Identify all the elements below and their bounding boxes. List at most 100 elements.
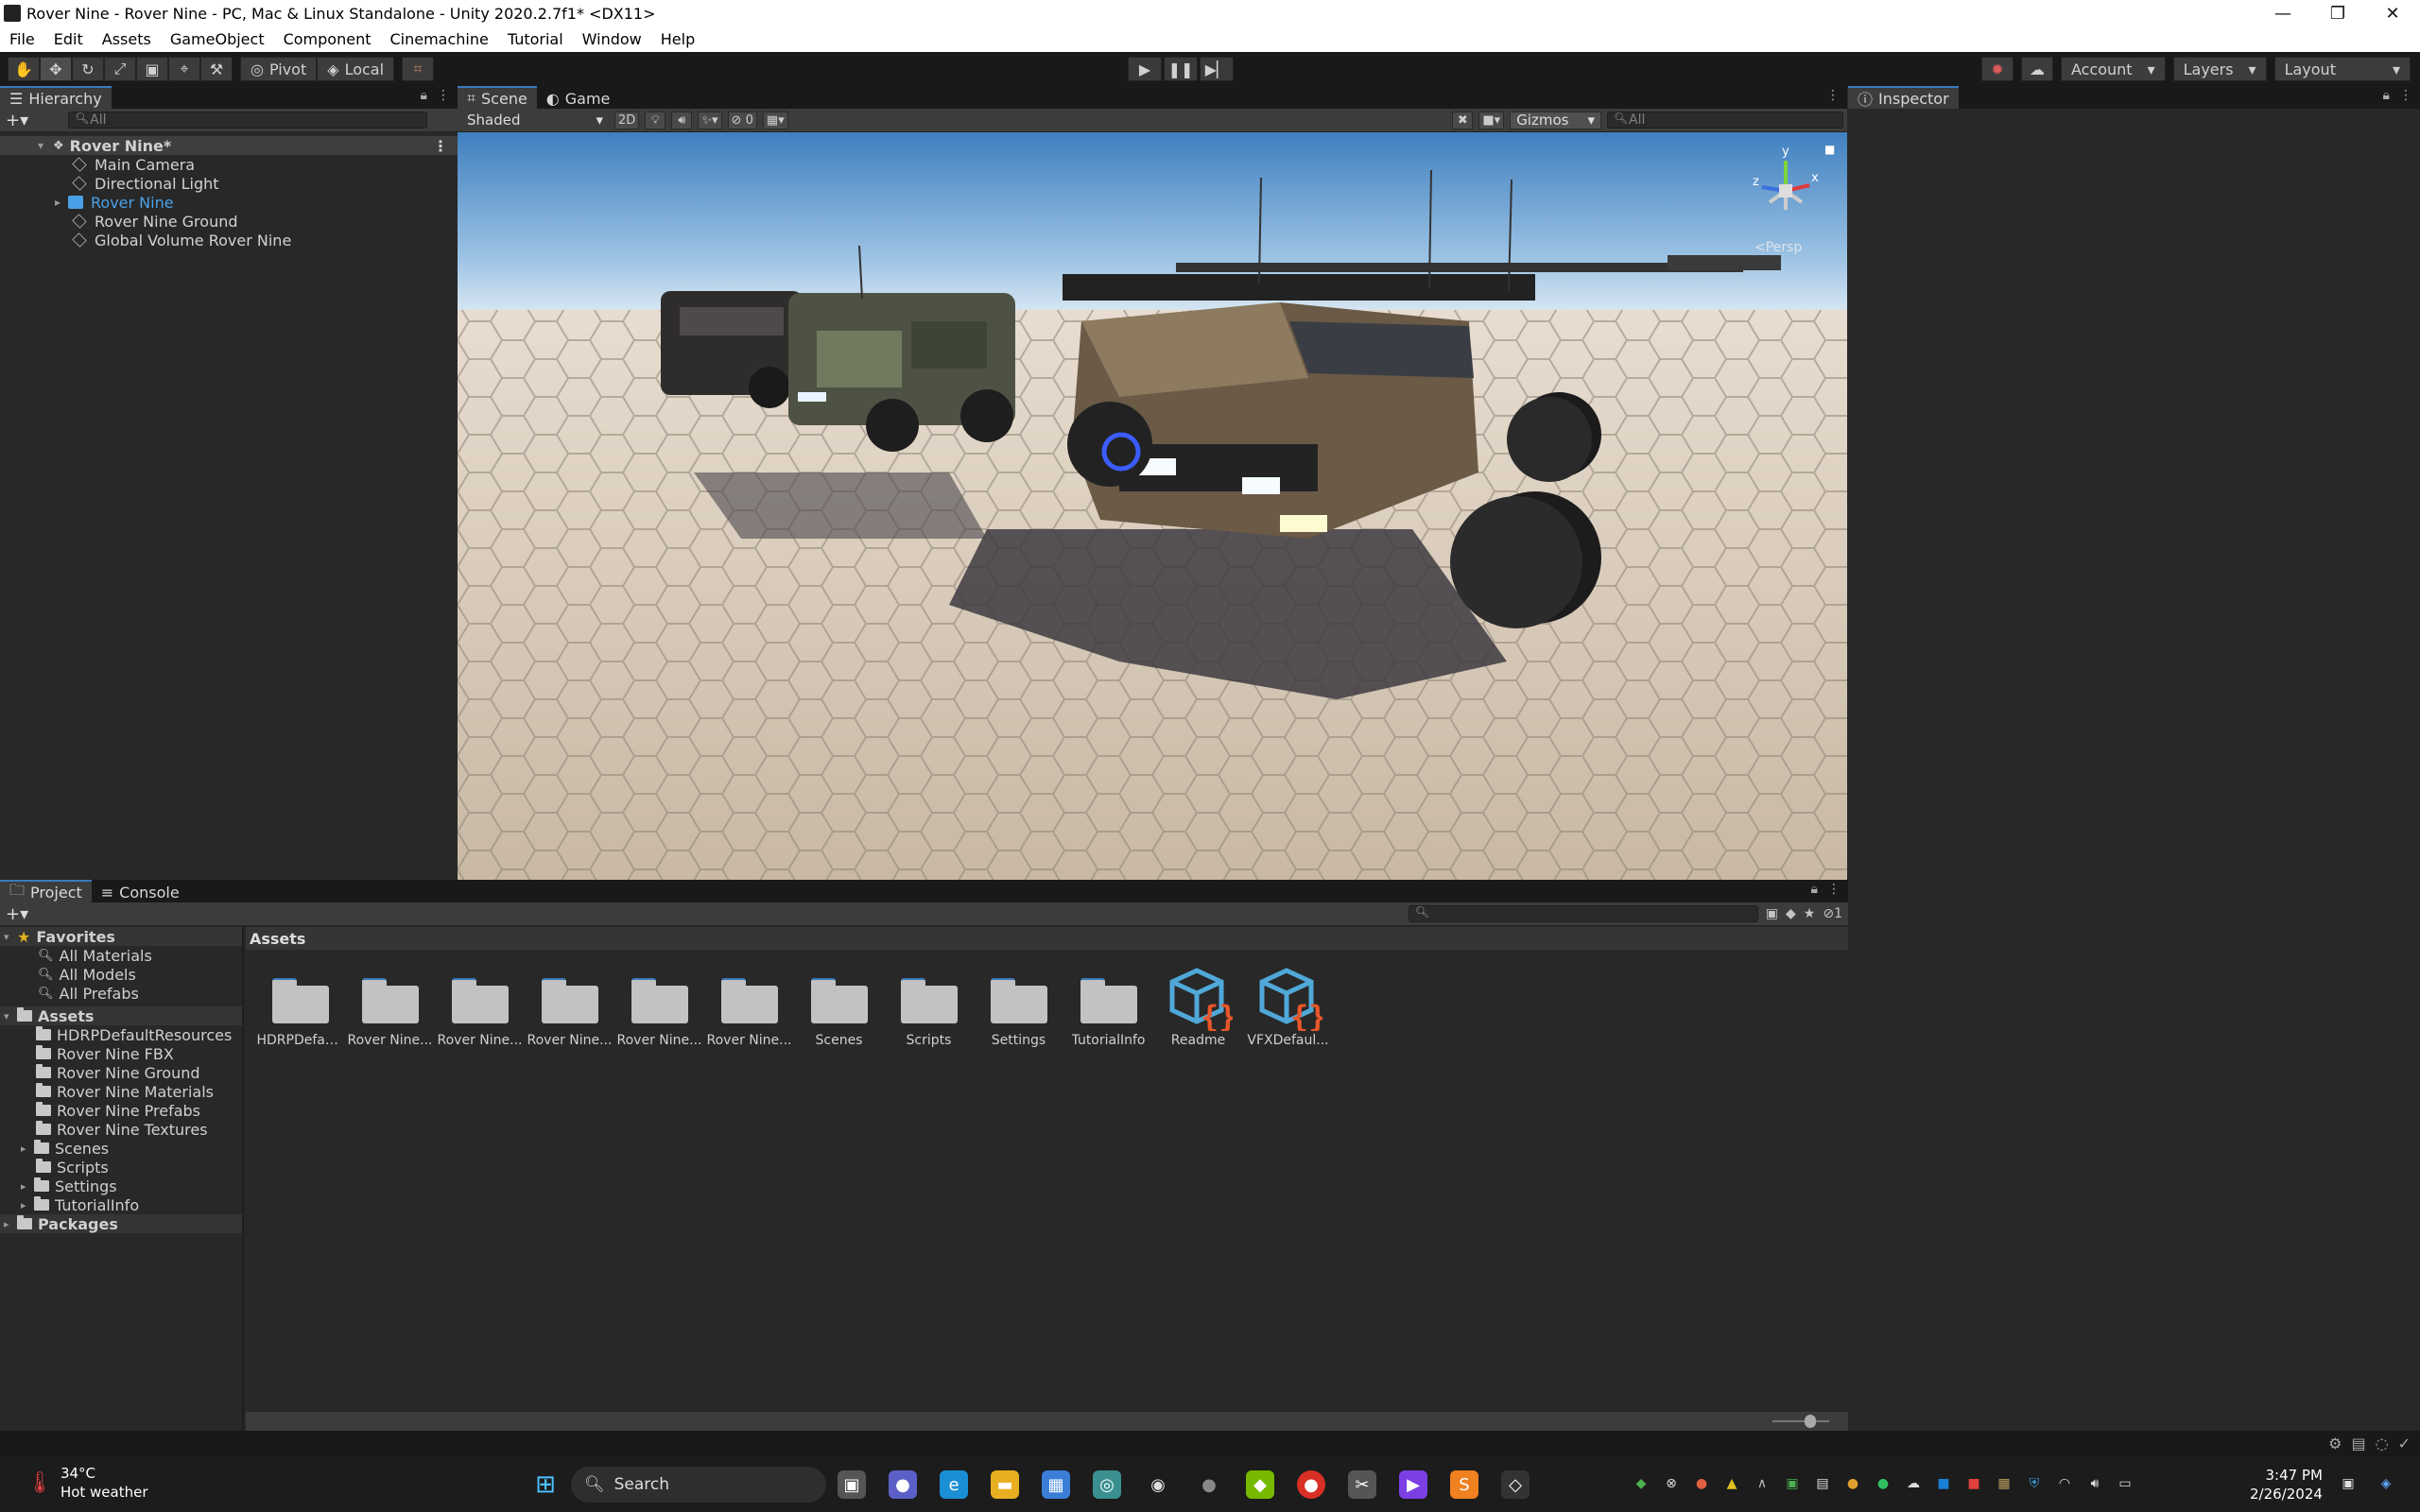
volume-icon[interactable]: 🔊︎ <box>2085 1474 2104 1493</box>
tree-item-all-materials[interactable]: 🔍︎ All Materials <box>0 946 242 965</box>
asset-vfx-default[interactable]: {} VFXDefaul... <box>1243 965 1333 1048</box>
tools-icon[interactable]: ✖ <box>1452 111 1474 129</box>
task-view-icon[interactable]: ▣ <box>838 1470 866 1499</box>
outlook-icon[interactable]: ■ <box>1934 1474 1953 1493</box>
collab-icon[interactable]: ✹ <box>1980 57 2014 81</box>
layers-dropdown[interactable]: Layers ▾ <box>2172 57 2267 81</box>
edge-icon[interactable]: e <box>940 1470 968 1499</box>
taskbar-search[interactable]: 🔍︎ Search <box>571 1467 826 1503</box>
grid-toggle-icon[interactable]: ▦▾ <box>762 111 788 129</box>
onedrive-icon[interactable]: ☁ <box>1904 1474 1923 1493</box>
search-by-type-icon[interactable]: ▣ <box>1766 906 1778 921</box>
grid-snap-icon[interactable]: ⌗ <box>402 57 435 81</box>
asset-folder-settings[interactable]: Settings <box>974 965 1063 1048</box>
tray-app-icon[interactable]: ● <box>1874 1474 1893 1493</box>
search-by-label-icon[interactable]: ◆ <box>1786 906 1796 921</box>
kebab-menu-icon[interactable]: ⋮ <box>433 137 448 155</box>
expand-arrow-icon[interactable]: ▾ <box>38 139 51 152</box>
hierarchy-item-directional-light[interactable]: Directional Light <box>0 174 458 193</box>
scale-tool-icon[interactable]: ⤢ <box>104 57 136 81</box>
tab-hierarchy[interactable]: ☰ Hierarchy <box>0 86 112 109</box>
tray-app-icon[interactable]: ◆ <box>1632 1474 1651 1493</box>
kebab-menu-icon[interactable]: ⋮ <box>1827 882 1841 897</box>
tree-folder-hdrp[interactable]: HDRPDefaultResources <box>0 1025 242 1044</box>
hidden-packages-button[interactable]: ⊘1 <box>1823 906 1842 921</box>
menu-edit[interactable]: Edit <box>54 30 83 48</box>
toggle-2d-button[interactable]: 2D <box>614 111 640 129</box>
nvidia-icon[interactable]: ◆ <box>1246 1470 1274 1499</box>
tab-console[interactable]: ≡ Console <box>91 880 189 902</box>
layout-dropdown[interactable]: Layout ▾ <box>2273 57 2411 81</box>
menu-assets[interactable]: Assets <box>102 30 151 48</box>
tree-folder-scenes[interactable]: ▸ Scenes <box>0 1139 242 1158</box>
copilot-icon[interactable]: ◈ <box>2377 1474 2395 1493</box>
tree-favorites[interactable]: ▾ ★ Favorites <box>0 927 242 946</box>
lighting-toggle-icon[interactable]: 💡︎ <box>645 111 666 129</box>
tray-app-icon[interactable]: ▦ <box>1995 1474 2014 1493</box>
battery-icon[interactable]: ▭ <box>2116 1474 2135 1493</box>
asset-folder-rover-3[interactable]: Rover Nine... <box>525 965 614 1048</box>
menu-gameobject[interactable]: GameObject <box>170 30 265 48</box>
menu-file[interactable]: File <box>9 30 35 48</box>
menu-cinemachine[interactable]: Cinemachine <box>389 30 488 48</box>
zoom-slider-handle[interactable] <box>1805 1415 1816 1428</box>
rect-tool-icon[interactable]: ▣ <box>136 57 168 81</box>
tree-item-all-models[interactable]: 🔍︎ All Models <box>0 965 242 984</box>
asset-folder-scenes[interactable]: Scenes <box>794 965 884 1048</box>
weather-widget[interactable]: 🌡︎ 34°C Hot weather <box>26 1464 148 1502</box>
play-button[interactable]: ▶ <box>1128 57 1162 81</box>
expand-arrow-icon[interactable]: ▸ <box>55 196 68 209</box>
expand-arrow-icon[interactable]: ▸ <box>21 1143 34 1155</box>
clipchamp-icon[interactable]: ▶ <box>1399 1470 1427 1499</box>
asset-folder-hdrp[interactable]: HDRPDefau... <box>255 965 345 1048</box>
asset-folder-rover-5[interactable]: Rover Nine... <box>704 965 794 1048</box>
pause-button[interactable]: ❚❚ <box>1164 57 1198 81</box>
asset-readme[interactable]: {} Readme <box>1153 965 1243 1048</box>
tree-folder-tutorialinfo[interactable]: ▸ TutorialInfo <box>0 1195 242 1214</box>
pivot-button[interactable]: ◎ Pivot <box>240 57 318 81</box>
app-icon[interactable]: ◎ <box>1093 1470 1121 1499</box>
unity-taskbar-icon[interactable]: ◇ <box>1501 1470 1530 1499</box>
tree-folder-rover-materials[interactable]: Rover Nine Materials <box>0 1082 242 1101</box>
minimize-icon[interactable]: — <box>2256 0 2310 26</box>
projection-label[interactable]: <Persp <box>1754 240 1802 255</box>
tree-folder-rover-prefabs[interactable]: Rover Nine Prefabs <box>0 1101 242 1120</box>
scene-row[interactable]: ▾ ❖ Rover Nine* ⋮ <box>0 136 458 155</box>
expand-arrow-icon[interactable]: ▸ <box>4 1218 17 1230</box>
hidden-objects-button[interactable]: ⊘ 0 <box>727 111 757 129</box>
hierarchy-item-global-volume[interactable]: Global Volume Rover Nine <box>0 231 458 249</box>
tree-folder-scripts[interactable]: Scripts <box>0 1158 242 1177</box>
step-button[interactable]: ▶▏ <box>1200 57 1234 81</box>
tab-game[interactable]: ◐ Game <box>536 86 620 109</box>
move-tool-icon[interactable]: ✥ <box>40 57 72 81</box>
hierarchy-item-rover-nine[interactable]: ▸ Rover Nine <box>0 193 458 212</box>
app-icon[interactable]: ● <box>1195 1470 1223 1499</box>
gizmos-dropdown[interactable]: Gizmos ▾ <box>1510 111 1601 129</box>
draw-mode-dropdown[interactable]: Shaded ▾ <box>461 111 610 129</box>
menu-help[interactable]: Help <box>661 30 695 48</box>
debug-icon[interactable]: ⚙ <box>2328 1435 2342 1452</box>
tray-app-icon[interactable]: ▲ <box>1722 1474 1741 1493</box>
tree-packages[interactable]: ▸ Packages <box>0 1214 242 1233</box>
audio-toggle-icon[interactable]: 🔊︎ <box>671 111 693 129</box>
kebab-menu-icon[interactable]: ⋮ <box>2399 88 2412 103</box>
create-button[interactable]: +▾ <box>6 904 28 924</box>
kebab-menu-icon[interactable]: ⋮ <box>1826 88 1840 103</box>
hierarchy-item-rover-nine-ground[interactable]: Rover Nine Ground <box>0 212 458 231</box>
camera-icon[interactable]: ■▾ <box>1478 111 1505 129</box>
menu-component[interactable]: Component <box>284 30 372 48</box>
account-dropdown[interactable]: Account ▾ <box>2060 57 2166 81</box>
breadcrumb-assets[interactable]: Assets <box>250 930 305 948</box>
zoom-slider[interactable] <box>1772 1415 1829 1428</box>
hand-tool-icon[interactable]: ✋ <box>8 57 40 81</box>
tree-folder-rover-textures[interactable]: Rover Nine Textures <box>0 1120 242 1139</box>
restore-icon[interactable]: ❐ <box>2310 0 2365 26</box>
file-explorer-icon[interactable]: ▬ <box>991 1470 1019 1499</box>
asset-folder-tutorialinfo[interactable]: TutorialInfo <box>1063 965 1153 1048</box>
menu-tutorial[interactable]: Tutorial <box>508 30 563 48</box>
tab-scene[interactable]: ⌗ Scene <box>458 86 537 109</box>
snipping-tool-icon[interactable]: ✂ <box>1348 1470 1376 1499</box>
tray-app-icon[interactable]: ● <box>1843 1474 1862 1493</box>
tree-assets[interactable]: ▾ Assets <box>0 1006 242 1025</box>
gizmo-lock-icon[interactable]: ■ <box>1824 143 1835 156</box>
